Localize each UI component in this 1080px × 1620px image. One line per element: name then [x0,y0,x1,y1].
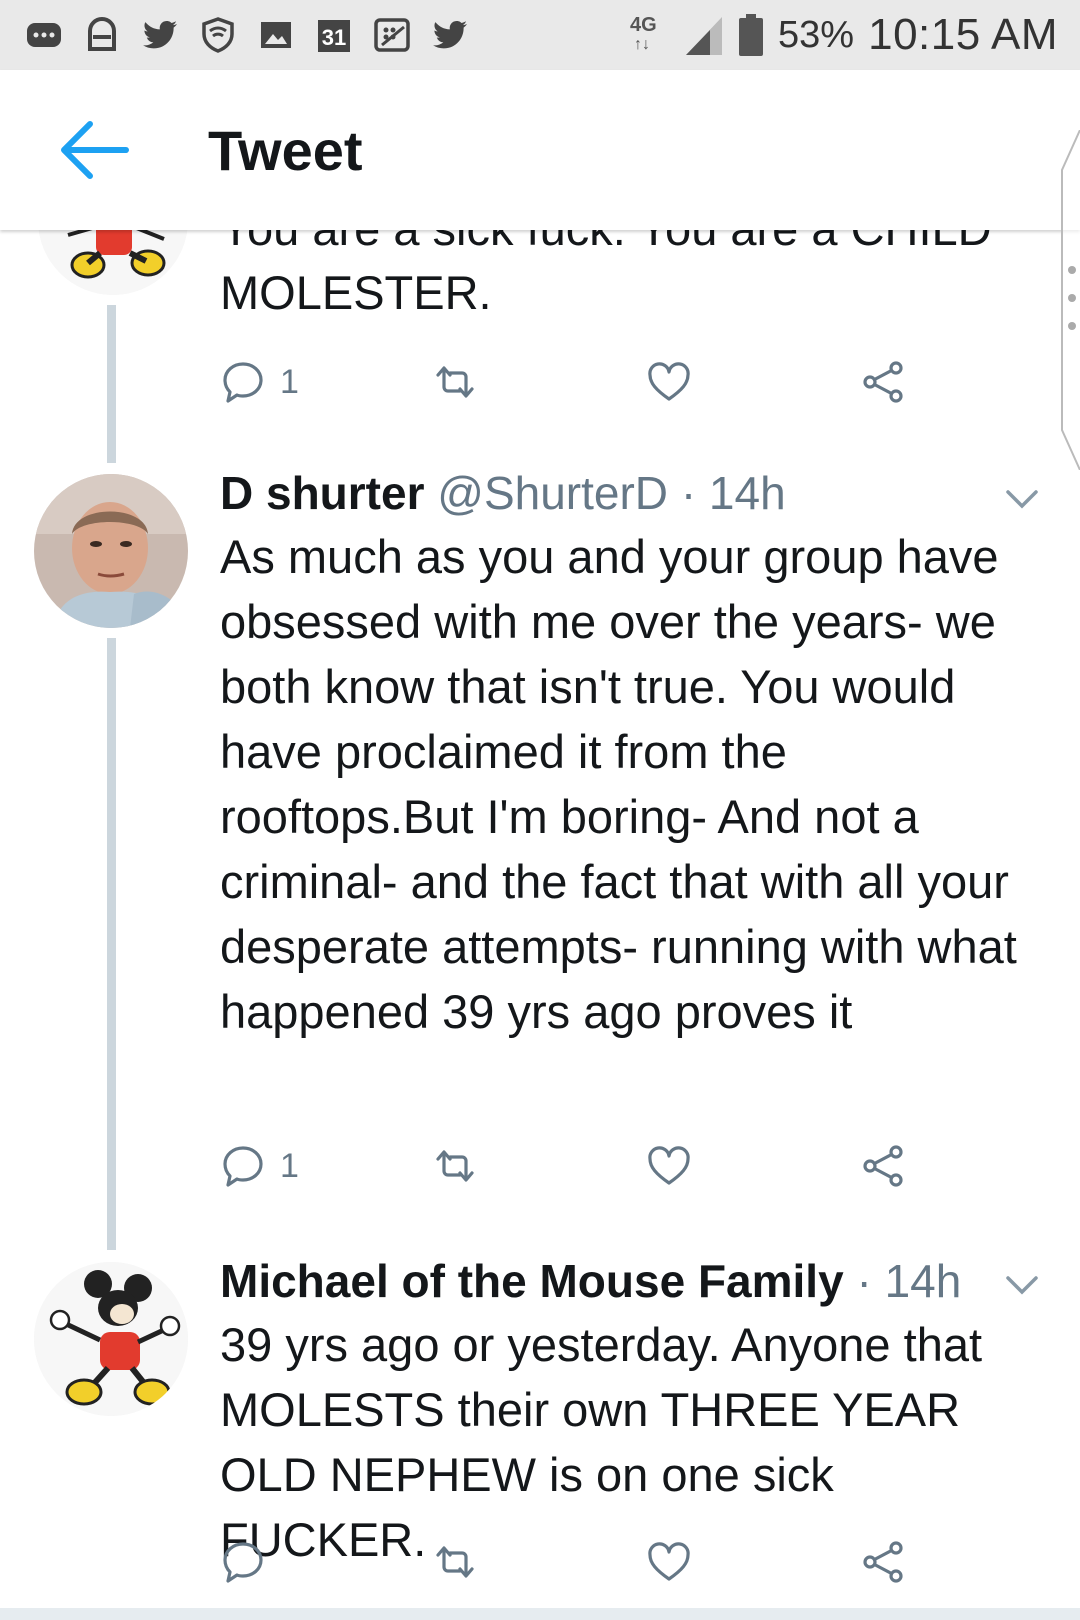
timestamp: 14h [884,1255,962,1307]
share-icon [863,361,903,403]
heart-icon [648,362,690,401]
reply-button[interactable]: 1 [220,1136,299,1196]
tweet-header: D shurter @ShurterD · 14h [220,466,786,520]
tweet-body: MOLESTER. [220,266,492,319]
heart-icon [648,1542,690,1581]
like-button[interactable] [646,1136,692,1196]
bottom-divider [0,1608,1080,1620]
reply-icon [223,1146,263,1187]
reply-button[interactable]: 1 [220,352,299,412]
share-button[interactable] [860,1136,906,1196]
like-button[interactable] [646,1532,692,1592]
tweet-actions: 1 [220,352,960,412]
tweet-actions [220,1532,960,1592]
reply-count: 1 [280,362,299,401]
timestamp: 14h [708,467,786,519]
thread-line [107,305,116,463]
thread-line [107,638,116,1250]
share-button[interactable] [860,1532,906,1592]
avatar[interactable] [34,474,188,628]
app-header: Tweet [0,70,1080,230]
tweet-body: As much as you and your group have obses… [220,530,1017,1038]
back-button[interactable] [56,114,132,186]
share-button[interactable] [860,352,906,412]
chevron-down-icon[interactable] [1002,484,1042,514]
like-button[interactable] [646,352,692,412]
reply-button[interactable] [220,1532,266,1592]
tweet-actions: 1 [220,1136,960,1196]
separator-dot: · [680,467,697,519]
retweet-button[interactable] [432,1532,478,1592]
heart-icon [648,1146,690,1185]
tweet-header: Michael of the Mouse Family · 14h [220,1254,961,1308]
edge-panel-handle[interactable] [1058,129,1080,471]
username[interactable]: @ShurterD [437,467,668,519]
chevron-down-icon[interactable] [1002,1270,1042,1300]
reply-icon [223,362,263,403]
separator-dot: · [856,1255,872,1307]
retweet-icon [436,366,474,398]
tweet-thread[interactable]: You are a sick fuck. You are a CHILD MOL… [0,0,1080,1620]
arrow-left-icon [61,121,129,179]
avatar[interactable] [34,1262,188,1416]
man-selfie-avatar-icon [34,474,188,628]
display-name[interactable]: D shurter [220,467,424,519]
share-icon [863,1541,903,1583]
retweet-button[interactable] [432,352,478,412]
display-name[interactable]: Michael of the Mouse Family [220,1255,844,1307]
reply-icon [223,1542,263,1583]
retweet-icon [436,1546,474,1578]
mickey-mouse-avatar-icon [34,1262,188,1416]
reply-count: 1 [280,1146,299,1185]
page-title: Tweet [208,119,363,182]
retweet-icon [436,1150,474,1182]
retweet-button[interactable] [432,1136,478,1196]
share-icon [863,1145,903,1187]
